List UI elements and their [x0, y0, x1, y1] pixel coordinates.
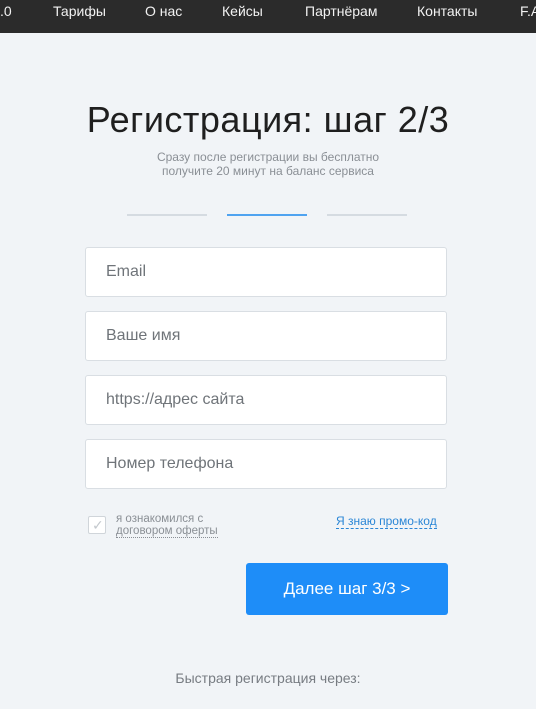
nav-item-tariffs[interactable]: Тарифы [53, 2, 106, 20]
step-indicator-1 [127, 214, 207, 216]
nav-item-partners[interactable]: Партнёрам [305, 2, 377, 20]
fast-registration-label: Быстрая регистрация через: [175, 670, 361, 686]
nav-item-contacts[interactable]: Контакты [417, 2, 477, 20]
next-step-button[interactable]: Далее шаг 3/3 > [246, 563, 448, 615]
name-field[interactable] [85, 311, 447, 361]
nav-item-cases[interactable]: Кейсы [222, 2, 263, 20]
subtitle-line-2: получите 20 минут на баланс сервиса [162, 164, 374, 178]
subtitle-line-1: Сразу после регистрации вы бесплатно [156, 150, 380, 164]
website-field[interactable] [85, 375, 447, 425]
nav-item-faq[interactable]: F.A [520, 2, 536, 20]
nav-item-about[interactable]: О нас [145, 2, 182, 20]
step-progress [0, 214, 536, 217]
phone-field[interactable] [85, 439, 447, 489]
nav-item-partial[interactable]: .0 [0, 2, 12, 20]
email-field[interactable] [85, 247, 447, 297]
offer-agreement-link[interactable]: договором оферты [116, 525, 218, 538]
agree-text-line: я ознакомился с [116, 513, 204, 525]
top-navigation: .0 Тарифы О нас Кейсы Партнёрам Контакты… [0, 0, 536, 33]
checkmark-icon: ✓ [92, 517, 104, 533]
step-indicator-2-active [227, 214, 307, 216]
page-subtitle: Сразу после регистрации вы бесплатно пол… [0, 150, 536, 178]
agree-checkbox[interactable]: ✓ [88, 516, 106, 534]
agree-label: я ознакомился с договором оферты [116, 513, 218, 538]
page-title: Регистрация: шаг 2/3 [86, 99, 450, 140]
promo-code-link[interactable]: Я знаю промо-код [336, 514, 437, 529]
step-indicator-3 [327, 214, 407, 216]
